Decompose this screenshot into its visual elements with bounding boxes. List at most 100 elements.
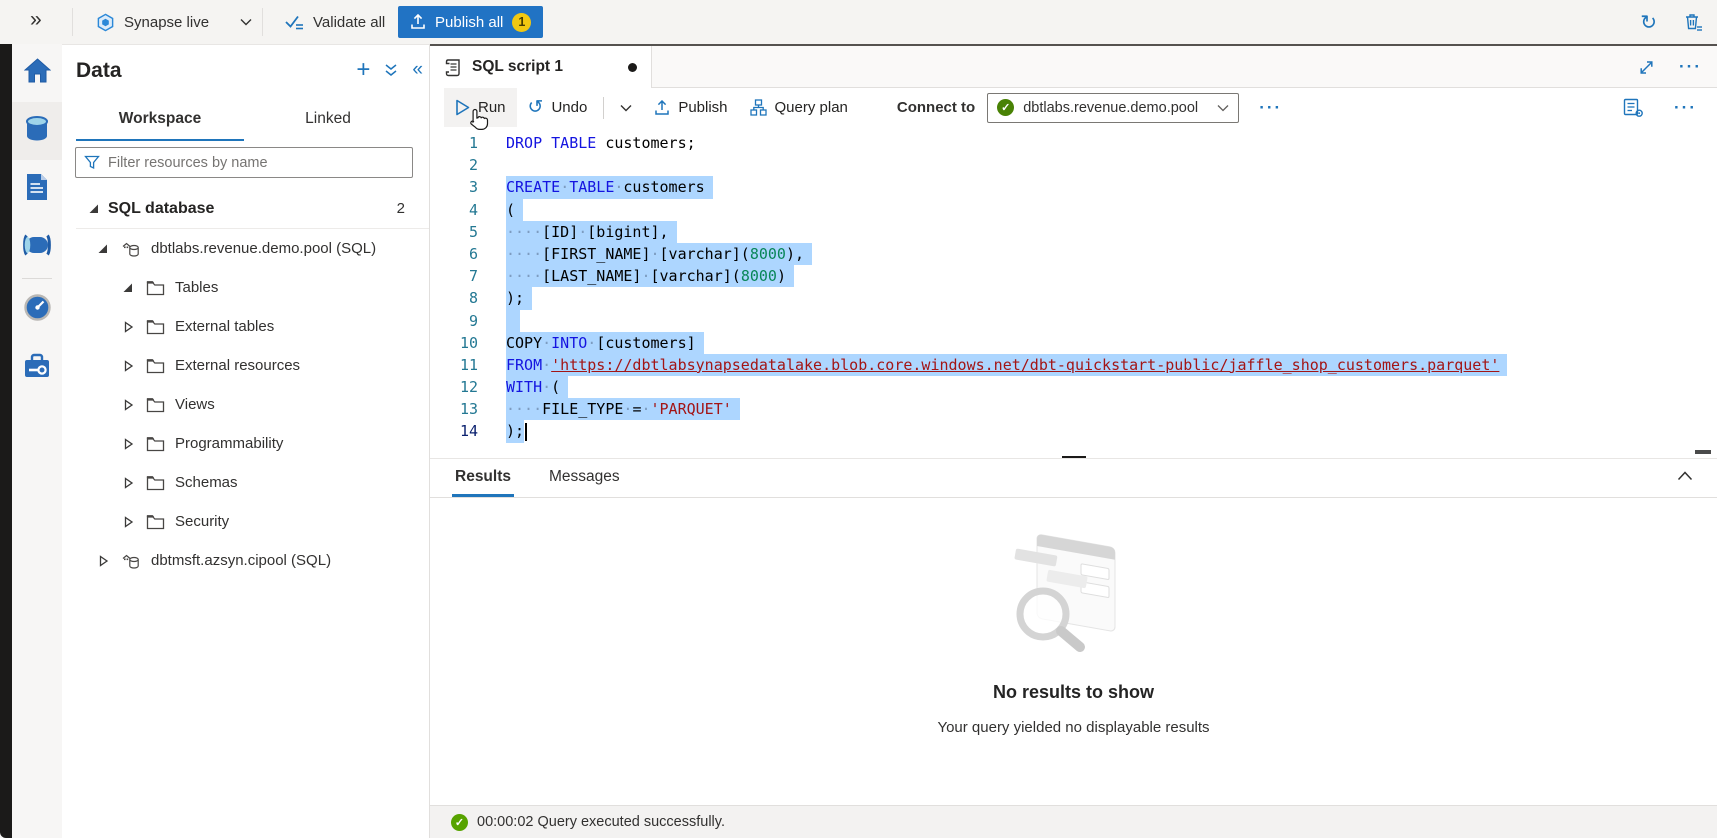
- publish-count-badge: 1: [512, 13, 531, 32]
- run-options-chevron[interactable]: [609, 88, 643, 128]
- filter-box[interactable]: [75, 147, 413, 178]
- expand-breadcrumb-icon[interactable]: »: [30, 8, 42, 32]
- rail-item-manage[interactable]: [12, 339, 62, 397]
- tree-item-tables[interactable]: Tables: [62, 268, 429, 307]
- tab-workspace[interactable]: Workspace: [76, 101, 244, 141]
- filter-input[interactable]: [108, 155, 404, 171]
- sql-editor-region: SQL script 1 ··· Run ↺ Undo: [430, 44, 1717, 838]
- pool-dropdown[interactable]: ✓ dbtlabs.revenue.demo.pool: [987, 93, 1239, 123]
- rail-item-home[interactable]: [12, 44, 62, 102]
- tree-item-external-resources[interactable]: External resources: [62, 346, 429, 385]
- tree-item-label: Security: [175, 513, 229, 530]
- tree-item-external-tables[interactable]: External tables: [62, 307, 429, 346]
- toolbar-more-icon[interactable]: ···: [1259, 98, 1282, 118]
- code-line-3[interactable]: 3CREATE·TABLE·customers: [430, 176, 1717, 198]
- caret-collapsed-icon[interactable]: [122, 399, 134, 411]
- undo-button[interactable]: ↺ Undo: [517, 88, 599, 128]
- pool-status-check-icon: ✓: [997, 99, 1014, 116]
- tree-item-dbtmsft-azsyn-cipool-sql[interactable]: dbtmsft.azsyn.cipool (SQL): [62, 541, 429, 580]
- code-line-9[interactable]: 9: [430, 310, 1717, 332]
- collapse-panel-icon[interactable]: «: [412, 59, 423, 81]
- tree-item-label: External resources: [175, 357, 300, 374]
- collapse-results-icon[interactable]: [1677, 471, 1693, 481]
- line-content: [506, 310, 520, 332]
- publish-label: Publish: [678, 99, 727, 116]
- tree-item-programmability[interactable]: Programmability: [62, 424, 429, 463]
- mode-label: Synapse live: [124, 14, 209, 31]
- discard-all-icon[interactable]: [1683, 12, 1703, 33]
- publish-all-button[interactable]: Publish all 1: [398, 6, 543, 38]
- query-plan-button[interactable]: Query plan: [739, 88, 859, 128]
- publish-icon: [654, 100, 670, 116]
- code-line-4[interactable]: 4(: [430, 199, 1717, 221]
- add-resource-icon[interactable]: +: [356, 60, 370, 80]
- publish-icon: [410, 14, 426, 30]
- line-number: 4: [430, 199, 478, 221]
- tree-item-label: Programmability: [175, 435, 283, 452]
- query-plan-icon: [750, 99, 767, 116]
- caret-collapsed-icon[interactable]: [122, 360, 134, 372]
- code-line-1[interactable]: 1DROP TABLE customers;: [430, 132, 1717, 154]
- panel-title: Data: [76, 59, 122, 83]
- undo-icon: ↺: [528, 96, 544, 119]
- refresh-icon[interactable]: ↻: [1640, 10, 1657, 35]
- caret-collapsed-icon[interactable]: [122, 477, 134, 489]
- tree-root-label: SQL database: [108, 200, 214, 218]
- chevron-down-icon: [240, 18, 252, 26]
- run-button[interactable]: Run: [444, 88, 517, 128]
- code-line-11[interactable]: 11FROM·'https://dbtlabsynapsedatalake.bl…: [430, 354, 1717, 376]
- tab-messages[interactable]: Messages: [546, 468, 623, 497]
- validate-all-button[interactable]: Validate all: [285, 0, 385, 44]
- filter-funnel-icon: [84, 155, 100, 170]
- tree-item-security[interactable]: Security: [62, 502, 429, 541]
- rail-item-monitor[interactable]: [12, 281, 62, 339]
- tree-item-label: Schemas: [175, 474, 238, 491]
- tab-results[interactable]: Results: [452, 468, 514, 497]
- code-line-14[interactable]: 14);: [430, 420, 1717, 442]
- code-line-5[interactable]: 5····[ID]·[bigint],: [430, 221, 1717, 243]
- code-line-2[interactable]: 2: [430, 154, 1717, 176]
- expand-editor-icon[interactable]: [1638, 59, 1655, 76]
- caret-expanded-icon[interactable]: [97, 243, 109, 255]
- caret-collapsed-icon[interactable]: [97, 555, 109, 567]
- validate-check-icon: [285, 14, 304, 31]
- rail-item-integrate[interactable]: [12, 218, 62, 276]
- divider: [22, 278, 52, 279]
- scrollbar-mark[interactable]: [1695, 450, 1711, 454]
- tab-linked[interactable]: Linked: [244, 101, 412, 141]
- caret-expanded-icon[interactable]: [88, 203, 100, 215]
- integrate-icon: [22, 233, 52, 262]
- tab-more-icon[interactable]: ···: [1679, 57, 1702, 77]
- code-editor[interactable]: 1DROP TABLE customers;23CREATE·TABLE·cus…: [430, 127, 1717, 458]
- rail-item-develop[interactable]: [12, 160, 62, 218]
- panel-resize-handle[interactable]: [1062, 456, 1086, 458]
- tree-item-views[interactable]: Views: [62, 385, 429, 424]
- tree-item-schemas[interactable]: Schemas: [62, 463, 429, 502]
- code-line-6[interactable]: 6····[FIRST_NAME]·[varchar](8000),: [430, 243, 1717, 265]
- folder-icon: [146, 358, 165, 374]
- empty-title: No results to show: [430, 682, 1717, 703]
- tree-item-sql-database[interactable]: SQL database 2: [62, 189, 429, 228]
- code-line-13[interactable]: 13····FILE_TYPE·=·'PARQUET': [430, 398, 1717, 420]
- rail-item-data[interactable]: [12, 102, 62, 160]
- properties-icon[interactable]: [1623, 98, 1644, 118]
- publish-button[interactable]: Publish: [643, 88, 738, 128]
- code-line-7[interactable]: 7····[LAST_NAME]·[varchar](8000): [430, 265, 1717, 287]
- line-number: 8: [430, 287, 478, 309]
- caret-collapsed-icon[interactable]: [122, 321, 134, 333]
- double-chevron-down-icon[interactable]: [384, 63, 398, 78]
- run-play-icon: [455, 99, 470, 116]
- mode-selector[interactable]: Synapse live: [96, 0, 252, 44]
- editor-more-icon[interactable]: ···: [1674, 98, 1697, 118]
- tree-item-dbtlabs-revenue-demo-pool-sql[interactable]: dbtlabs.revenue.demo.pool (SQL): [62, 229, 429, 268]
- tab-sql-script-1[interactable]: SQL script 1: [430, 46, 652, 88]
- caret-expanded-icon[interactable]: [122, 282, 134, 294]
- code-line-12[interactable]: 12WITH·(: [430, 376, 1717, 398]
- code-line-10[interactable]: 10COPY·INTO·[customers]: [430, 332, 1717, 354]
- chevron-down-icon: [620, 104, 632, 112]
- caret-collapsed-icon[interactable]: [122, 438, 134, 450]
- folder-icon: [146, 397, 165, 413]
- caret-collapsed-icon[interactable]: [122, 516, 134, 528]
- line-content: WITH·(: [506, 376, 568, 398]
- code-line-8[interactable]: 8);: [430, 287, 1717, 309]
